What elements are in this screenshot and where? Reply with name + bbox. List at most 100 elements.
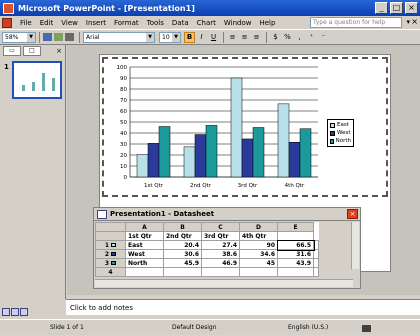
menu-data[interactable]: Data: [168, 19, 193, 27]
menu-window[interactable]: Window: [220, 19, 256, 27]
chevron-down-icon[interactable]: ▾: [406, 18, 410, 26]
font-size-combo[interactable]: 10 ▼: [159, 31, 181, 43]
data-cell[interactable]: 43.9: [277, 258, 314, 268]
row-header[interactable]: 2: [95, 249, 126, 259]
chart-object-icon[interactable]: [43, 33, 52, 41]
toolbar-separator: [79, 31, 80, 43]
menu-help[interactable]: Help: [255, 19, 279, 27]
comma-icon[interactable]: ,: [294, 32, 305, 43]
close-icon[interactable]: ×: [411, 17, 418, 26]
column-header[interactable]: A: [125, 222, 164, 232]
data-cell[interactable]: 90: [239, 240, 278, 250]
align-left-icon[interactable]: ≡: [227, 32, 238, 43]
data-cell[interactable]: [313, 267, 319, 277]
series-label-cell[interactable]: West: [125, 249, 164, 259]
category-cell[interactable]: 2nd Qtr: [163, 231, 202, 241]
menu-chart[interactable]: Chart: [193, 19, 220, 27]
menu-edit[interactable]: Edit: [36, 19, 58, 27]
datasheet-window[interactable]: Presentation1 - Datasheet × A B C D E 1s…: [93, 207, 361, 289]
formatting-toolbar: 58% ▼ Arial ▼ 10 ▼ B I U ≡ ≡ ≡ $ % , ⁺ ⁻: [0, 30, 420, 45]
chevron-down-icon: ▼: [146, 32, 154, 42]
datasheet-grid[interactable]: A B C D E 1st Qtr 2nd Qtr 3rd Qtr 4th Qt…: [95, 222, 319, 277]
data-icon[interactable]: [65, 33, 74, 41]
slide-edit-area: 0 10 20 30 40 50 60 70 80 90 100 1st Qtr 2nd Qtr 3rd …: [67, 45, 420, 295]
bold-button[interactable]: B: [184, 31, 195, 43]
slides-tab[interactable]: □: [23, 46, 41, 56]
data-cell[interactable]: 31.6: [277, 249, 314, 259]
data-cell[interactable]: [277, 267, 314, 277]
data-cell[interactable]: [313, 240, 319, 250]
align-center-icon[interactable]: ≡: [239, 32, 250, 43]
row-header[interactable]: 3: [95, 258, 126, 268]
close-icon[interactable]: ×: [56, 47, 62, 55]
menu-tools[interactable]: Tools: [143, 19, 168, 27]
help-search-input[interactable]: Type a question for help: [310, 17, 402, 28]
legend-entry: West: [330, 129, 351, 137]
data-cell[interactable]: 45: [239, 258, 278, 268]
slide-thumbnail[interactable]: [12, 61, 62, 99]
series-label-cell[interactable]: East: [125, 240, 164, 250]
italic-button[interactable]: I: [196, 32, 207, 43]
menu-format[interactable]: Format: [110, 19, 143, 27]
data-cell[interactable]: 38.6: [201, 249, 240, 259]
decrease-decimal-icon[interactable]: ⁻: [318, 32, 329, 43]
minimize-button[interactable]: _: [375, 2, 388, 14]
data-cell[interactable]: 20.4: [163, 240, 202, 250]
vertical-scrollbar[interactable]: [351, 222, 359, 269]
align-right-icon[interactable]: ≡: [251, 32, 262, 43]
data-cell-selected[interactable]: 66.5: [276, 239, 315, 251]
underline-button[interactable]: U: [208, 32, 219, 43]
zoom-combo[interactable]: 58% ▼: [2, 31, 36, 43]
notes-placeholder: Click to add notes: [70, 304, 133, 312]
notes-pane[interactable]: Click to add notes: [66, 299, 420, 315]
menu-insert[interactable]: Insert: [82, 19, 110, 27]
column-header[interactable]: B: [163, 222, 202, 232]
corner-cell[interactable]: [95, 222, 126, 232]
view-buttons: [0, 308, 66, 318]
row-header[interactable]: 1: [95, 240, 126, 250]
datasheet-close-button[interactable]: ×: [347, 209, 358, 219]
slideshow-button[interactable]: [20, 308, 28, 316]
chart-object[interactable]: 0 10 20 30 40 50 60 70 80 90 100 1st Qtr 2nd Qtr 3rd …: [102, 57, 388, 197]
column-header[interactable]: E: [277, 222, 314, 232]
data-cell[interactable]: [239, 267, 278, 277]
data-cell[interactable]: 30.6: [163, 249, 202, 259]
legend-entry: East: [330, 121, 351, 129]
data-cell[interactable]: 27.4: [201, 240, 240, 250]
column-header[interactable]: D: [239, 222, 278, 232]
close-button[interactable]: ×: [405, 2, 418, 14]
menu-file[interactable]: File: [16, 19, 36, 27]
data-cell[interactable]: 46.9: [201, 258, 240, 268]
slide-sorter-button[interactable]: [11, 308, 19, 316]
font-combo[interactable]: Arial ▼: [83, 31, 155, 43]
category-cell[interactable]: 4th Qtr: [239, 231, 278, 241]
category-cell[interactable]: 1st Qtr: [125, 231, 164, 241]
data-cell[interactable]: [313, 258, 319, 268]
normal-view-button[interactable]: [2, 308, 10, 316]
document-icon[interactable]: [2, 17, 12, 28]
series-label-cell[interactable]: North: [125, 258, 164, 268]
slide-number: 1: [4, 63, 9, 71]
maximize-button[interactable]: □: [390, 2, 403, 14]
data-cell[interactable]: 34.6: [239, 249, 278, 259]
data-cell[interactable]: [313, 249, 319, 259]
category-cell[interactable]: 3rd Qtr: [201, 231, 240, 241]
percent-icon[interactable]: %: [282, 32, 293, 43]
data-cell[interactable]: [277, 231, 314, 241]
increase-decimal-icon[interactable]: ⁺: [306, 32, 317, 43]
data-cell[interactable]: [125, 267, 164, 277]
bar-west: [147, 143, 160, 178]
row-header[interactable]: 4: [95, 267, 126, 277]
datasheet-titlebar[interactable]: Presentation1 - Datasheet: [94, 208, 360, 221]
data-cell[interactable]: 45.9: [163, 258, 202, 268]
menu-view[interactable]: View: [57, 19, 82, 27]
row-header[interactable]: [95, 231, 126, 241]
column-header[interactable]: C: [201, 222, 240, 232]
data-cell[interactable]: [201, 267, 240, 277]
horizontal-scrollbar[interactable]: [95, 279, 353, 287]
currency-icon[interactable]: $: [270, 32, 281, 43]
format-icon[interactable]: [54, 33, 63, 41]
chart-legend[interactable]: East West North: [327, 119, 354, 147]
outline-tab[interactable]: ▭: [3, 46, 21, 56]
data-cell[interactable]: [163, 267, 202, 277]
